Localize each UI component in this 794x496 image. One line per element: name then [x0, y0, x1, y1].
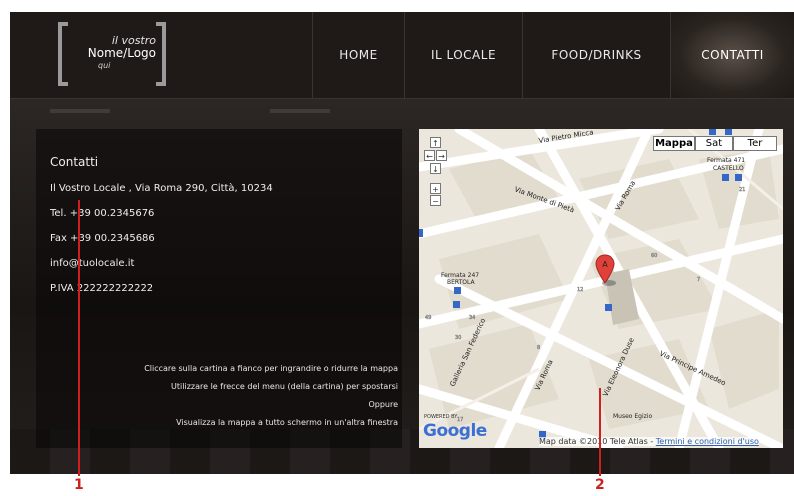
map-zoom-in-icon[interactable]: + [430, 183, 441, 194]
site-frame: il vostro Nome/Logo qui HOME IL LOCALE F… [10, 12, 794, 474]
svg-text:Fermata 247: Fermata 247 [441, 272, 479, 279]
callout-line-1 [78, 200, 80, 476]
map-pan-down-icon[interactable]: ↓ [430, 163, 441, 174]
map-type-mappa[interactable]: Mappa [653, 136, 695, 151]
svg-text:49: 49 [425, 315, 431, 321]
callout-number-1: 1 [74, 477, 84, 493]
map-hint-zoom: Cliccare sulla cartina a fianco per ingr… [144, 364, 398, 373]
svg-text:Museo Egizio: Museo Egizio [613, 413, 652, 420]
contact-address: Il Vostro Locale , Via Roma 290, Città, … [50, 183, 273, 194]
bg-detail [270, 109, 330, 113]
contact-fax: Fax +39 00.2345686 [50, 233, 155, 244]
map-type-sat[interactable]: Sat [695, 136, 733, 151]
logo-placeholder[interactable]: il vostro Nome/Logo qui [58, 22, 166, 86]
contact-vat: P.IVA 222222222222 [50, 283, 154, 294]
map-hint-or: Oppure [368, 400, 398, 409]
google-logo: Google [423, 421, 487, 441]
powered-by-text: POWERED BY [424, 414, 458, 420]
logo-bracket-left [58, 22, 68, 86]
svg-text:CASTELLO: CASTELLO [713, 165, 744, 172]
svg-text:8: 8 [537, 345, 540, 351]
nav-il-locale[interactable]: IL LOCALE [404, 12, 522, 98]
site-header: il vostro Nome/Logo qui HOME IL LOCALE F… [10, 12, 794, 99]
map-marker-icon[interactable]: A [593, 253, 617, 287]
map-attribution-text: Map data ©2010 Tele Atlas - [539, 437, 656, 446]
logo-line-3: qui [98, 61, 111, 70]
svg-text:34: 34 [469, 315, 475, 321]
nav-home[interactable]: HOME [312, 12, 404, 98]
map-marker-label: A [602, 260, 608, 269]
logo-bracket-right [156, 22, 166, 86]
map-hint-fullscreen-link[interactable]: Visualizza la mappa a tutto schermo in u… [176, 418, 398, 427]
bg-detail [50, 109, 110, 113]
map-hint-arrows: Utilizzare le frecce del menu (della car… [171, 382, 398, 391]
map-type-ter[interactable]: Ter [733, 136, 777, 151]
map-pan-right-icon[interactable]: → [436, 150, 447, 161]
contact-phone: Tel. +39 00.2345676 [50, 208, 155, 219]
svg-text:Fermata 471: Fermata 471 [707, 157, 745, 164]
map-terms-link[interactable]: Termini e condizioni d'uso [656, 437, 759, 446]
map-zoom-out-icon[interactable]: − [430, 195, 441, 206]
callout-line-2 [599, 388, 601, 476]
svg-text:12: 12 [577, 287, 583, 293]
map-pan-left-icon[interactable]: ← [424, 150, 435, 161]
map-attribution: Map data ©2010 Tele Atlas - Termini e co… [539, 437, 759, 446]
svg-text:30: 30 [455, 335, 461, 341]
nav-contatti[interactable]: CONTATTI [670, 12, 794, 98]
svg-text:7: 7 [697, 277, 700, 283]
logo-line-2: Nome/Logo [87, 46, 156, 60]
svg-text:60: 60 [651, 253, 657, 259]
contact-title: Contatti [50, 155, 99, 169]
nav-food-drinks[interactable]: FOOD/DRINKS [522, 12, 670, 98]
svg-text:BERTOLA: BERTOLA [447, 279, 476, 286]
google-map[interactable]: Via Pietro Micca Via Monte di Pietà Via … [419, 129, 783, 448]
svg-text:21: 21 [739, 187, 745, 193]
contact-email[interactable]: info@tuolocale.it [50, 258, 134, 269]
map-streets: Via Pietro Micca Via Monte di Pietà Via … [419, 129, 783, 448]
callout-number-2: 2 [595, 477, 605, 493]
contact-panel: Contatti Il Vostro Locale , Via Roma 290… [36, 129, 402, 448]
map-pan-up-icon[interactable]: ↑ [430, 137, 441, 148]
